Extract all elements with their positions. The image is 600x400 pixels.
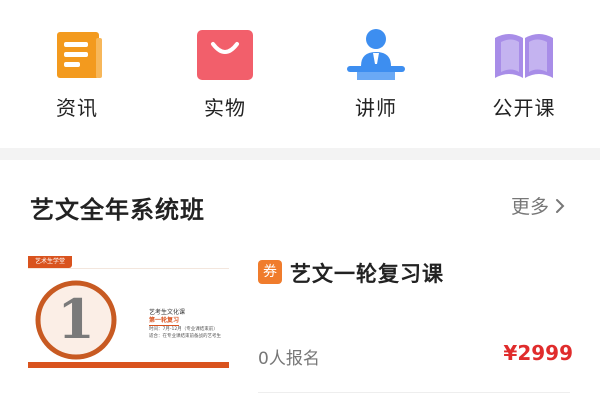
more-label: 更多	[511, 196, 550, 218]
course-thumbnail: 艺术生学堂 1 艺考生文化课 第一轮复习 时间：7月-12月（专业课结束前） 适…	[28, 256, 229, 368]
thumbnail-big-number: 1	[57, 287, 95, 351]
coupon-badge: 券	[258, 260, 282, 284]
more-link[interactable]: 更多	[511, 192, 565, 219]
nav-label-lecturer: 讲师	[355, 96, 397, 120]
nav-item-lecturer[interactable]: 讲师	[316, 28, 436, 138]
thumbnail-details: 时间：7月-12月（专业课结束前） 适合：在专业课结束前备战的艺考生	[149, 326, 221, 340]
nav-label-goods: 实物	[204, 96, 246, 120]
category-nav: 资讯 实物 讲师 公开课	[0, 0, 600, 150]
nav-item-open-class[interactable]: 公开课	[464, 28, 584, 138]
thumbnail-line2: 第一轮复习	[149, 317, 180, 326]
nav-item-news[interactable]: 资讯	[17, 28, 137, 138]
thumbnail-line3: 时间：7月-12月（专业课结束前）	[149, 327, 218, 332]
card-divider	[258, 392, 570, 393]
section-title: 艺文全年系统班	[30, 196, 205, 224]
nav-label-open-class: 公开课	[492, 96, 556, 120]
course-card[interactable]: 艺术生学堂 1 艺考生文化课 第一轮复习 时间：7月-12月（专业课结束前） 适…	[0, 240, 600, 400]
nav-label-news: 资讯	[56, 96, 98, 120]
lecturer-icon	[347, 29, 405, 80]
course-price: ¥2999	[503, 341, 573, 365]
chevron-right-icon	[556, 198, 565, 213]
thumbnail-brand: 艺术生学堂	[28, 256, 72, 268]
news-icon	[57, 32, 102, 78]
nav-item-goods[interactable]: 实物	[165, 28, 285, 138]
shopping-bag-icon	[197, 30, 253, 80]
enroll-count: 0人报名	[258, 349, 320, 369]
course-title: 艺文一轮复习课	[290, 262, 444, 286]
open-book-icon	[495, 34, 553, 78]
thumbnail-line	[28, 268, 229, 269]
page: 资讯 实物 讲师 公开课 艺文全年系统班 更多 艺术生学堂 1 艺考生文化课 第…	[0, 0, 600, 400]
number-one-graphic: 1	[35, 280, 117, 360]
section-divider	[0, 148, 600, 160]
thumbnail-line4: 适合：在专业课结束前备战的艺考生	[149, 334, 221, 339]
thumbnail-stripe	[28, 362, 229, 368]
